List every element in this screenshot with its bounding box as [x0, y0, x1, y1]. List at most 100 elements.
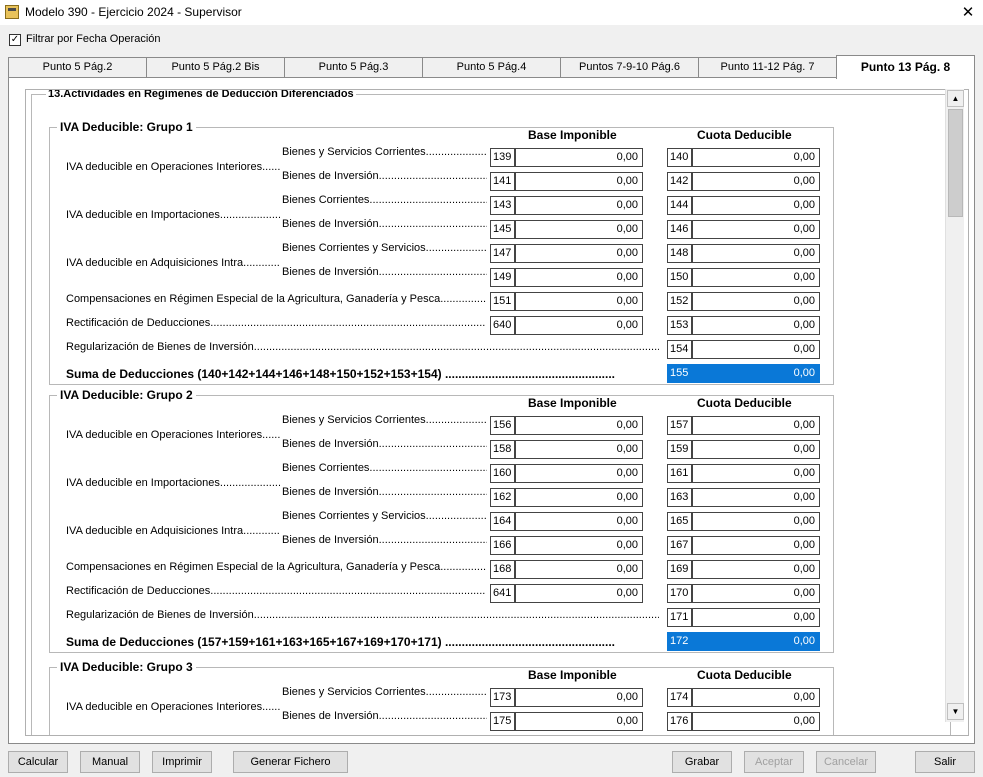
base-amount-field[interactable]: 0,00	[515, 488, 643, 507]
cuota-code: 176	[667, 712, 692, 731]
cuota-amount-field[interactable]: 0,00	[692, 220, 820, 239]
tab-punto5-pag4[interactable]: Punto 5 Pág.4	[422, 57, 561, 78]
base-code: 139	[490, 148, 515, 167]
tab-punto5-pag3[interactable]: Punto 5 Pág.3	[284, 57, 423, 78]
cuota-amount-field[interactable]: 0,00	[692, 584, 820, 603]
cuota-amount-field[interactable]: 0,00	[692, 172, 820, 191]
grabar-button[interactable]: Grabar	[672, 751, 732, 773]
cuota-amount-field[interactable]: 0,00	[692, 340, 820, 359]
manual-button[interactable]: Manual	[80, 751, 140, 773]
tab-punto5-pag2[interactable]: Punto 5 Pág.2	[8, 57, 147, 78]
cuota-amount-field[interactable]: 0,00	[692, 292, 820, 311]
scroll-down-icon[interactable]: ▼	[947, 703, 964, 720]
cuota-amount-field[interactable]: 0,00	[692, 268, 820, 287]
aceptar-button[interactable]: Aceptar	[744, 751, 804, 773]
cuota-code: 174	[667, 688, 692, 707]
cuota-code: 163	[667, 488, 692, 507]
row-sub-label: Bienes y Servicios Corrientes...........…	[282, 146, 487, 158]
button-bar: Calcular Manual Imprimir Generar Fichero…	[0, 749, 983, 777]
group-title: IVA Deducible: Grupo 1	[57, 120, 196, 134]
salir-button[interactable]: Salir	[915, 751, 975, 773]
base-amount-field[interactable]: 0,00	[515, 688, 643, 707]
base-amount-field[interactable]: 0,00	[515, 536, 643, 555]
base-amount-field[interactable]: 0,00	[515, 292, 643, 311]
base-code: 640	[490, 316, 515, 335]
filter-checkbox[interactable]: ✓	[9, 34, 21, 46]
base-amount-field[interactable]: 0,00	[515, 584, 643, 603]
base-amount-field[interactable]: 0,00	[515, 416, 643, 435]
cuota-amount-field[interactable]: 0,00	[692, 416, 820, 435]
cuota-amount-field[interactable]: 0,00	[692, 560, 820, 579]
base-amount-field[interactable]: 0,00	[515, 268, 643, 287]
scroll-thumb[interactable]	[948, 109, 963, 217]
cuota-amount-field[interactable]: 0,00	[692, 464, 820, 483]
cuota-code: 144	[667, 196, 692, 215]
cuota-code: 169	[667, 560, 692, 579]
row-sub-label: Bienes Corrientes.......................…	[282, 462, 487, 474]
cancelar-button[interactable]: Cancelar	[816, 751, 876, 773]
column-base-imponible: Base Imponible	[528, 128, 617, 142]
cuota-amount-field[interactable]: 0,00	[692, 316, 820, 335]
cuota-code: 157	[667, 416, 692, 435]
tab-punto-11-12[interactable]: Punto 11-12 Pág. 7	[698, 57, 837, 78]
cuota-code: 155	[667, 364, 692, 383]
cuota-amount-field[interactable]: 0,00	[692, 244, 820, 263]
vertical-scrollbar[interactable]: ▲ ▼	[945, 89, 964, 722]
cuota-code: 146	[667, 220, 692, 239]
row-group-label: IVA deducible en Operaciones Interiores.…	[66, 701, 280, 713]
column-base-imponible: Base Imponible	[528, 396, 617, 410]
filter-label[interactable]: Filtrar por Fecha Operación	[26, 33, 161, 45]
scroll-up-icon[interactable]: ▲	[947, 90, 964, 107]
tab-panel: 13.Actividades en Regímenes de Deducción…	[8, 77, 975, 744]
tab-puntos-7-9-10[interactable]: Puntos 7-9-10 Pág.6	[560, 57, 699, 78]
cuota-code: 171	[667, 608, 692, 627]
base-code: 156	[490, 416, 515, 435]
calcular-button[interactable]: Calcular	[8, 751, 68, 773]
base-amount-field[interactable]: 0,00	[515, 464, 643, 483]
row-sub-label: Bienes de Inversión.....................…	[282, 218, 487, 230]
base-code: 160	[490, 464, 515, 483]
cuota-amount-field[interactable]: 0,00	[692, 688, 820, 707]
cuota-amount-field[interactable]: 0,00	[692, 512, 820, 531]
generar-fichero-button[interactable]: Generar Fichero	[233, 751, 348, 773]
cuota-amount-field[interactable]: 0,00	[692, 608, 820, 627]
row-sub-label: Bienes de Inversión.....................…	[282, 170, 487, 182]
tab-strip: Punto 5 Pág.2 Punto 5 Pág.2 Bis Punto 5 …	[8, 55, 975, 79]
base-code: 147	[490, 244, 515, 263]
base-amount-field[interactable]: 0,00	[515, 196, 643, 215]
base-amount-field[interactable]: 0,00	[515, 244, 643, 263]
base-code: 151	[490, 292, 515, 311]
base-amount-field[interactable]: 0,00	[515, 220, 643, 239]
cuota-amount-field[interactable]: 0,00	[692, 440, 820, 459]
base-amount-field[interactable]: 0,00	[515, 316, 643, 335]
base-code: 166	[490, 536, 515, 555]
cuota-code: 167	[667, 536, 692, 555]
base-amount-field[interactable]: 0,00	[515, 148, 643, 167]
row-label: Rectificación de Deducciones............…	[66, 317, 486, 329]
base-code: 158	[490, 440, 515, 459]
cuota-amount-field[interactable]: 0,00	[692, 196, 820, 215]
row-sub-label: Bienes de Inversión.....................…	[282, 534, 487, 546]
column-base-imponible: Base Imponible	[528, 668, 617, 682]
tab-punto13-pag8[interactable]: Punto 13 Pág. 8	[836, 55, 975, 79]
suma-amount-field[interactable]: 0,00	[692, 364, 820, 383]
column-cuota-deducible: Cuota Deducible	[697, 396, 792, 410]
base-amount-field[interactable]: 0,00	[515, 512, 643, 531]
base-amount-field[interactable]: 0,00	[515, 712, 643, 731]
cuota-amount-field[interactable]: 0,00	[692, 536, 820, 555]
base-amount-field[interactable]: 0,00	[515, 560, 643, 579]
cuota-code: 148	[667, 244, 692, 263]
tab-punto5-pag2-bis[interactable]: Punto 5 Pág.2 Bis	[146, 57, 285, 78]
row-sub-label: Bienes Corrientes y Servicios...........…	[282, 242, 487, 254]
base-amount-field[interactable]: 0,00	[515, 440, 643, 459]
suma-amount-field[interactable]: 0,00	[692, 632, 820, 651]
cuota-amount-field[interactable]: 0,00	[692, 148, 820, 167]
base-code: 168	[490, 560, 515, 579]
base-amount-field[interactable]: 0,00	[515, 172, 643, 191]
imprimir-button[interactable]: Imprimir	[152, 751, 212, 773]
base-code: 141	[490, 172, 515, 191]
cuota-amount-field[interactable]: 0,00	[692, 712, 820, 731]
base-code: 145	[490, 220, 515, 239]
cuota-amount-field[interactable]: 0,00	[692, 488, 820, 507]
close-button[interactable]: ✕	[953, 0, 983, 25]
